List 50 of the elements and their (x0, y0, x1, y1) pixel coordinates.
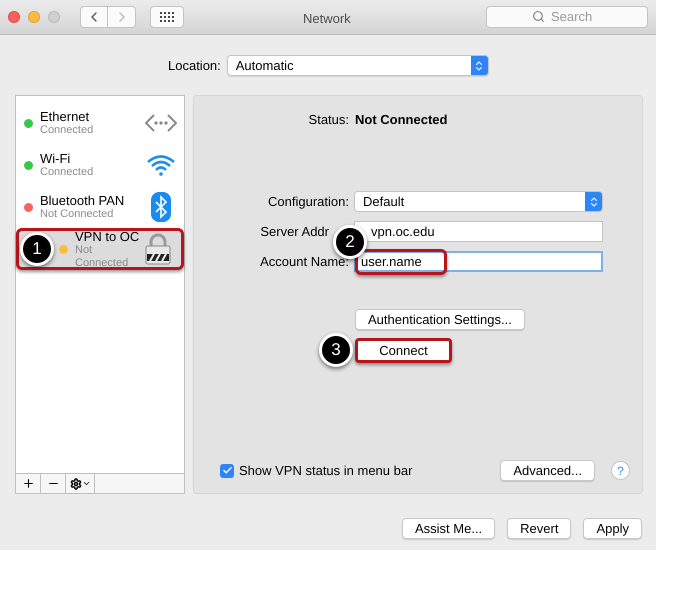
checkbox-label: Show VPN status in menu bar (239, 462, 412, 480)
plus-icon (22, 477, 34, 490)
service-name: VPN to OC (75, 228, 140, 244)
service-status: Connected (40, 166, 94, 179)
status-value: Not Connected (355, 111, 448, 130)
grid-icon (160, 12, 174, 22)
ethernet-icon (145, 114, 177, 132)
field-label: Server Addr (260, 222, 329, 241)
service-status: Not Connected (40, 208, 114, 221)
service-name: Ethernet (40, 109, 90, 124)
service-item[interactable]: Ethernet Connected (16, 102, 184, 144)
advanced-button[interactable]: Advanced... (500, 460, 595, 481)
callout-badge: 2 (333, 225, 367, 259)
footer-button[interactable]: Revert (507, 518, 572, 539)
bluetooth-icon (151, 192, 171, 222)
window-title: Network (303, 10, 351, 28)
close-icon[interactable] (8, 11, 20, 23)
footer-button[interactable]: Assist Me... (402, 518, 496, 539)
service-name: Bluetooth PAN (40, 193, 126, 208)
service-item[interactable]: 1 VPN to OC Not Connected (16, 228, 184, 270)
wifi-icon (146, 154, 176, 176)
service-item[interactable]: Wi-Fi Connected (16, 144, 184, 186)
stepper-icon (470, 56, 488, 75)
service-status: Not Connected (75, 244, 130, 270)
gear-icon (70, 478, 82, 490)
authentication-settings-button[interactable]: Authentication Settings... (355, 309, 525, 330)
text-field[interactable]: user.name (354, 251, 603, 272)
location-label: Location: (168, 56, 221, 75)
callout-badge: 1 (20, 232, 54, 266)
callout-badge: 3 (319, 333, 353, 367)
help-button[interactable]: ? (611, 461, 630, 480)
checkbox[interactable] (220, 464, 234, 478)
stepper-icon (585, 192, 602, 211)
caret-icon (82, 479, 90, 488)
search-field[interactable]: Search (486, 6, 648, 28)
service-item[interactable]: Bluetooth PAN Not Connected (16, 186, 184, 228)
text-field[interactable]: vpn.oc.edu (354, 221, 603, 242)
show-all-button[interactable] (150, 6, 184, 28)
service-name: Wi-Fi (40, 151, 72, 166)
checkmark-icon (222, 465, 232, 476)
service-status: Connected (40, 124, 94, 137)
padlock-icon (145, 233, 171, 265)
search-icon (532, 10, 545, 23)
connect-button[interactable]: Connect (355, 338, 452, 363)
field-label: Configuration: (268, 192, 349, 211)
configuration-dropdown[interactable]: Default (354, 191, 603, 212)
footer-button[interactable]: Apply (583, 518, 642, 539)
status-label: Status: (308, 111, 349, 130)
back-button[interactable] (80, 6, 108, 28)
location-dropdown[interactable]: Automatic (226, 55, 489, 76)
